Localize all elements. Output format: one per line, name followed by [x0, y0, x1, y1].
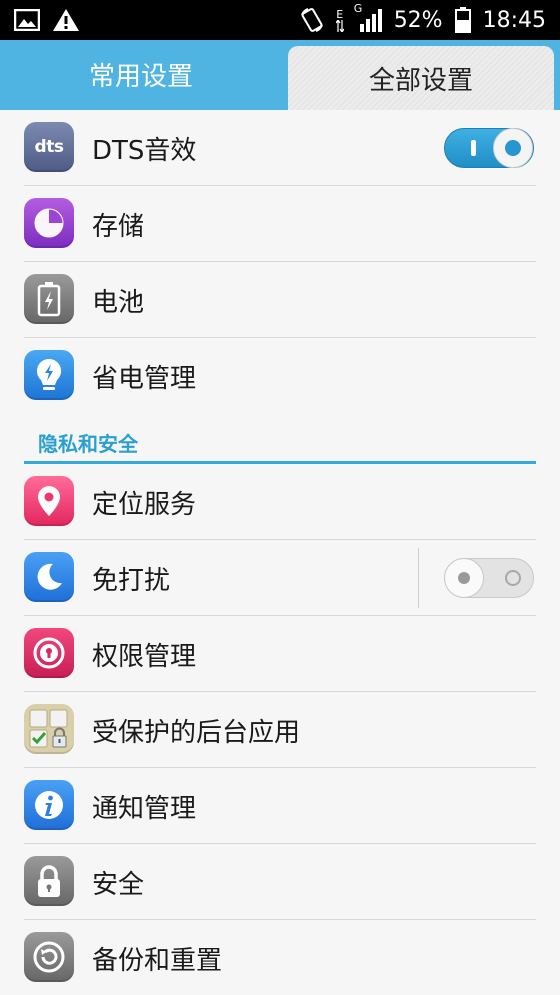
- settings-list: dts DTS音效 存储 电池 省电管理 隐私和安全 定位服务 免打扰 权限管理…: [0, 110, 560, 995]
- signal-icon: G: [354, 2, 382, 32]
- tab-all-settings[interactable]: 全部设置: [288, 46, 554, 110]
- status-bar: E G 52% 18:45: [0, 0, 560, 40]
- power-saving-icon: [24, 350, 74, 400]
- settings-item-battery[interactable]: 电池: [0, 262, 560, 338]
- settings-screen: E G 52% 18:45 常用设置 全部设置 dts DTS音效 存储 电池 …: [0, 0, 560, 995]
- image-icon: [14, 9, 40, 31]
- settings-item-do-not-disturb[interactable]: 免打扰: [0, 540, 560, 616]
- section-title: 隐私和安全: [38, 432, 138, 456]
- data-arrows-icon: E: [335, 9, 344, 32]
- battery-icon: [454, 7, 471, 33]
- settings-item-dts[interactable]: dts DTS音效: [0, 110, 560, 186]
- settings-item-notifications[interactable]: 通知管理: [0, 768, 560, 844]
- settings-item-label: 备份和重置: [92, 945, 223, 976]
- backup-icon: [24, 932, 74, 982]
- settings-item-storage[interactable]: 存储: [0, 186, 560, 262]
- do-not-disturb-toggle[interactable]: [444, 558, 534, 598]
- settings-item-label: 安全: [92, 869, 145, 900]
- settings-item-label: 权限管理: [92, 641, 197, 672]
- location-icon: [24, 476, 74, 526]
- settings-item-label: 受保护的后台应用: [92, 717, 301, 748]
- settings-item-label: 免打扰: [92, 565, 171, 596]
- info-icon: [24, 780, 74, 830]
- settings-item-power-saving[interactable]: 省电管理: [0, 338, 560, 414]
- tab-common-settings[interactable]: 常用设置: [0, 40, 282, 108]
- settings-item-backup-reset[interactable]: 备份和重置: [0, 920, 560, 995]
- settings-item-protected-apps[interactable]: 受保护的后台应用: [0, 692, 560, 768]
- lock-icon: [24, 856, 74, 906]
- clock: 18:45: [482, 7, 546, 33]
- warning-icon: [52, 8, 80, 32]
- settings-item-label: 存储: [92, 211, 145, 242]
- settings-item-security[interactable]: 安全: [0, 844, 560, 920]
- settings-item-label: 电池: [92, 287, 145, 318]
- dts-toggle[interactable]: [444, 128, 534, 168]
- keyhole-icon: [24, 628, 74, 678]
- settings-item-label: 通知管理: [92, 793, 197, 824]
- rotate-lock-icon: [300, 7, 324, 33]
- settings-item-label: DTS音效: [92, 135, 197, 166]
- battery-icon: [24, 274, 74, 324]
- settings-item-location[interactable]: 定位服务: [0, 464, 560, 540]
- protected-apps-icon: [24, 704, 74, 754]
- storage-icon: [24, 198, 74, 248]
- dts-icon: dts: [24, 122, 74, 172]
- moon-icon: [24, 552, 74, 602]
- battery-percent: 52%: [393, 7, 443, 33]
- settings-item-label: 省电管理: [92, 363, 197, 394]
- tab-bar: 常用设置 全部设置: [0, 40, 560, 110]
- settings-item-permissions[interactable]: 权限管理: [0, 616, 560, 692]
- settings-item-label: 定位服务: [92, 489, 197, 520]
- section-header-privacy: 隐私和安全: [0, 414, 560, 464]
